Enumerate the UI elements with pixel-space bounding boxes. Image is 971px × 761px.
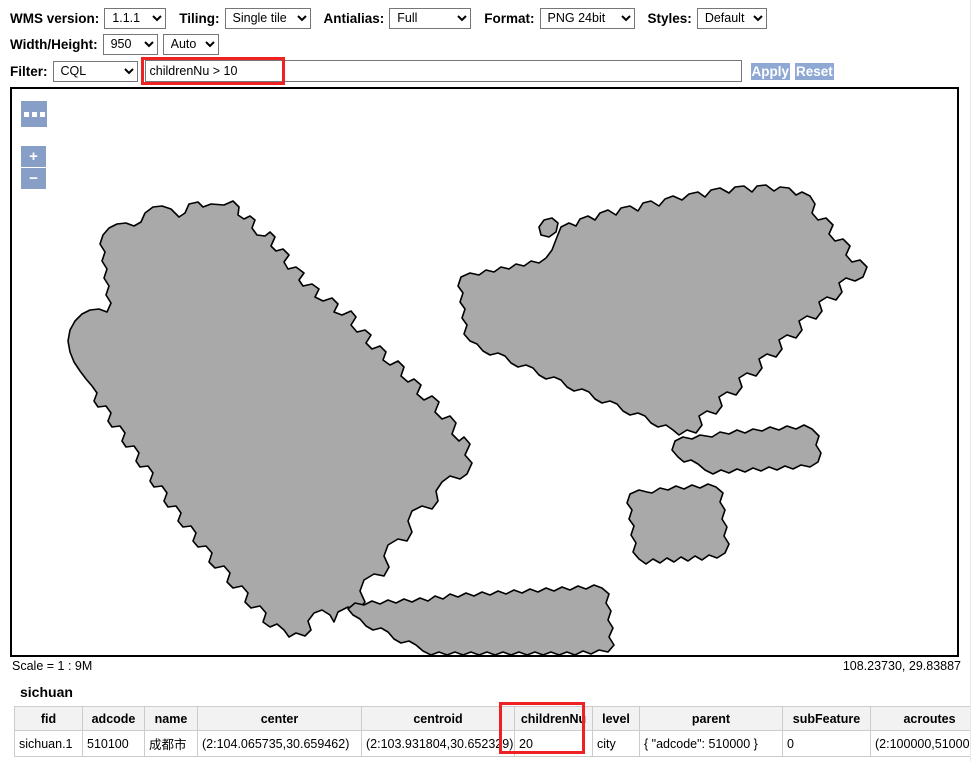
tiling-label: Tiling:	[179, 11, 219, 26]
width-height-label: Width/Height:	[10, 37, 98, 52]
cursor-coordinates: 108.23730, 29.83887	[843, 659, 961, 673]
page-root: WMS version: 1.1.1 Tiling: Single tile A…	[0, 0, 971, 761]
feature-table: fid adcode name center centroid children…	[14, 706, 971, 757]
zoom-in-button[interactable]: +	[21, 146, 46, 167]
cell-acroutes: (2:100000,510000)	[871, 731, 971, 757]
column-header-fid[interactable]: fid	[15, 707, 83, 731]
zoom-out-button[interactable]: −	[21, 168, 46, 189]
wms-version-select[interactable]: 1.1.1	[104, 8, 166, 29]
antialias-select[interactable]: Full	[389, 8, 471, 29]
layer-name-heading: sichuan	[20, 684, 73, 700]
filter-input[interactable]	[145, 60, 742, 82]
table-row[interactable]: sichuan.1 510100 成都市 (2:104.065735,30.65…	[15, 731, 971, 757]
toolbar-row-filter: Filter: CQL Apply Reset	[0, 59, 971, 83]
map-status-bar: Scale = 1 : 9M 108.23730, 29.83887	[10, 659, 961, 675]
toolbar-row-options: WMS version: 1.1.1 Tiling: Single tile A…	[0, 7, 767, 29]
map-vector-layer	[12, 89, 957, 655]
cell-subfeature: 0	[783, 731, 871, 757]
table-header-row: fid adcode name center centroid children…	[15, 707, 971, 731]
cell-centroid: (2:103.931804,30.652329)	[362, 731, 515, 757]
apply-button[interactable]: Apply	[751, 63, 791, 80]
region-southcentral[interactable]	[348, 585, 614, 655]
reset-button[interactable]: Reset	[795, 63, 834, 80]
cell-parent: { "adcode": 510000 }	[640, 731, 783, 757]
height-select[interactable]: Auto	[163, 34, 219, 55]
column-header-adcode[interactable]: adcode	[83, 707, 145, 731]
region-southeast[interactable]	[627, 484, 729, 564]
filter-type-select[interactable]: CQL	[53, 61, 138, 82]
region-northeast[interactable]	[458, 185, 867, 435]
region-small-notch[interactable]	[539, 218, 558, 237]
cell-name: 成都市	[145, 731, 198, 757]
minus-icon: −	[29, 171, 38, 186]
format-select[interactable]: PNG 24bit	[540, 8, 635, 29]
cell-center: (2:104.065735,30.659462)	[198, 731, 362, 757]
filter-label: Filter:	[10, 64, 48, 79]
column-header-childrennu[interactable]: childrenNu	[515, 707, 593, 731]
tiling-select[interactable]: Single tile	[225, 8, 311, 29]
cell-fid: sichuan.1	[15, 731, 83, 757]
toolbar-row-size: Width/Height: 950 Auto	[0, 33, 219, 55]
column-header-parent[interactable]: parent	[640, 707, 783, 731]
three-dots-icon	[24, 112, 45, 117]
styles-select[interactable]: Default	[697, 8, 767, 29]
feature-table-wrapper: fid adcode name center centroid children…	[14, 706, 959, 757]
plus-icon: +	[29, 149, 38, 164]
wms-version-label: WMS version:	[10, 11, 99, 26]
column-header-name[interactable]: name	[145, 707, 198, 731]
map-panel[interactable]: + −	[10, 87, 959, 657]
column-header-subfeature[interactable]: subFeature	[783, 707, 871, 731]
sichuan-region-polygons	[68, 185, 867, 655]
map-canvas[interactable]	[12, 89, 957, 655]
filter-input-wrapper	[145, 60, 742, 82]
column-header-centroid[interactable]: centroid	[362, 707, 515, 731]
format-label: Format:	[484, 11, 534, 26]
width-select[interactable]: 950	[103, 34, 158, 55]
column-header-level[interactable]: level	[593, 707, 640, 731]
map-options-button[interactable]	[21, 101, 47, 127]
cell-childrennu: 20	[515, 731, 593, 757]
region-northwest[interactable]	[68, 201, 472, 637]
cell-adcode: 510100	[83, 731, 145, 757]
styles-label: Styles:	[648, 11, 692, 26]
cell-level: city	[593, 731, 640, 757]
antialias-label: Antialias:	[324, 11, 385, 26]
scale-indicator: Scale = 1 : 9M	[12, 659, 92, 673]
column-header-acroutes[interactable]: acroutes	[871, 707, 971, 731]
column-header-center[interactable]: center	[198, 707, 362, 731]
